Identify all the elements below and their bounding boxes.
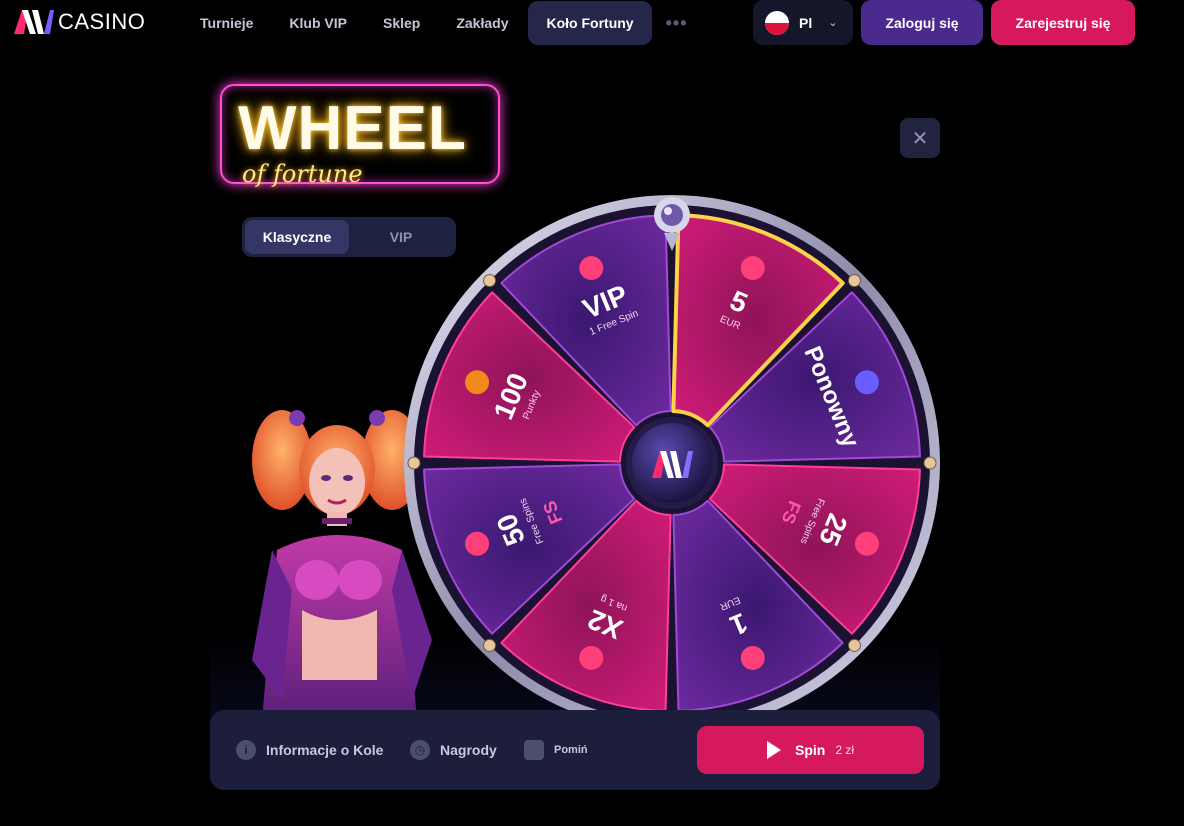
nav-item-shop[interactable]: Sklep (365, 1, 438, 45)
more-menu-icon[interactable]: ••• (652, 1, 702, 45)
language-selector[interactable]: Pl ⌄ (753, 0, 853, 45)
info-label: Informacje o Kole (266, 742, 384, 758)
close-button[interactable]: ✕ (900, 118, 940, 158)
info-button[interactable]: i Informacje o Kole (236, 710, 383, 790)
site-logo[interactable]: CASINO (14, 9, 145, 35)
wheel-of-fortune-logo: WHEEL of fortune (220, 84, 500, 188)
chevron-down-icon: ⌄ (828, 17, 838, 29)
skip-label: Pomiń (554, 744, 588, 756)
wheel-of-fortune-modal: WHEEL of fortune ✕ Klasyczne VIP 5 EUR P… (210, 70, 940, 790)
spin-button[interactable]: Spin 2 zł (697, 726, 924, 774)
skip-checkbox[interactable] (524, 740, 544, 760)
top-bar: CASINO Turnieje Klub VIP Sklep Zakłady K… (0, 0, 1184, 46)
wheel-stud (923, 456, 937, 470)
wheel-stud (847, 638, 861, 652)
close-icon: ✕ (911, 127, 929, 150)
prize-wheel: 5EURPonowny25Free SpinsFS1EURX2na 1 g50F… (404, 195, 940, 731)
nav-item-vip-club[interactable]: Klub VIP (271, 1, 365, 45)
prizes-button[interactable]: ◷ Nagrody (410, 710, 497, 790)
nav-item-tournaments[interactable]: Turnieje (182, 1, 271, 45)
wheel-hub (632, 423, 712, 503)
prizes-label: Nagrody (440, 742, 497, 758)
wheel-stud (483, 638, 497, 652)
spin-price: 2 zł (835, 743, 855, 757)
nav-item-wheel-of-fortune[interactable]: Koło Fortuny (528, 1, 652, 45)
logo-mark-icon (14, 10, 54, 34)
play-icon (766, 741, 781, 759)
register-button[interactable]: Zarejestruj się (991, 0, 1135, 45)
wheel-action-bar: i Informacje o Kole ◷ Nagrody Pomiń Spin… (210, 710, 940, 790)
logo-subtitle: of fortune (242, 160, 363, 188)
login-button[interactable]: Zaloguj się (861, 0, 983, 45)
spin-label: Spin (794, 742, 826, 758)
logo-text: CASINO (58, 9, 146, 34)
nav-item-bets[interactable]: Zakłady (438, 1, 526, 45)
main-nav: Turnieje Klub VIP Sklep Zakłady Koło For… (182, 0, 702, 46)
wheel-stud (407, 456, 421, 470)
logo-title: WHEEL (238, 94, 467, 163)
poland-flag-icon (765, 10, 789, 35)
tab-classic[interactable]: Klasyczne (245, 220, 349, 254)
skip-toggle[interactable]: Pomiń (524, 710, 588, 790)
clock-icon: ◷ (410, 740, 430, 760)
wheel-stud (847, 274, 861, 288)
language-code: Pl (799, 14, 813, 31)
wheel-stud (483, 274, 497, 288)
info-icon: i (236, 740, 256, 760)
